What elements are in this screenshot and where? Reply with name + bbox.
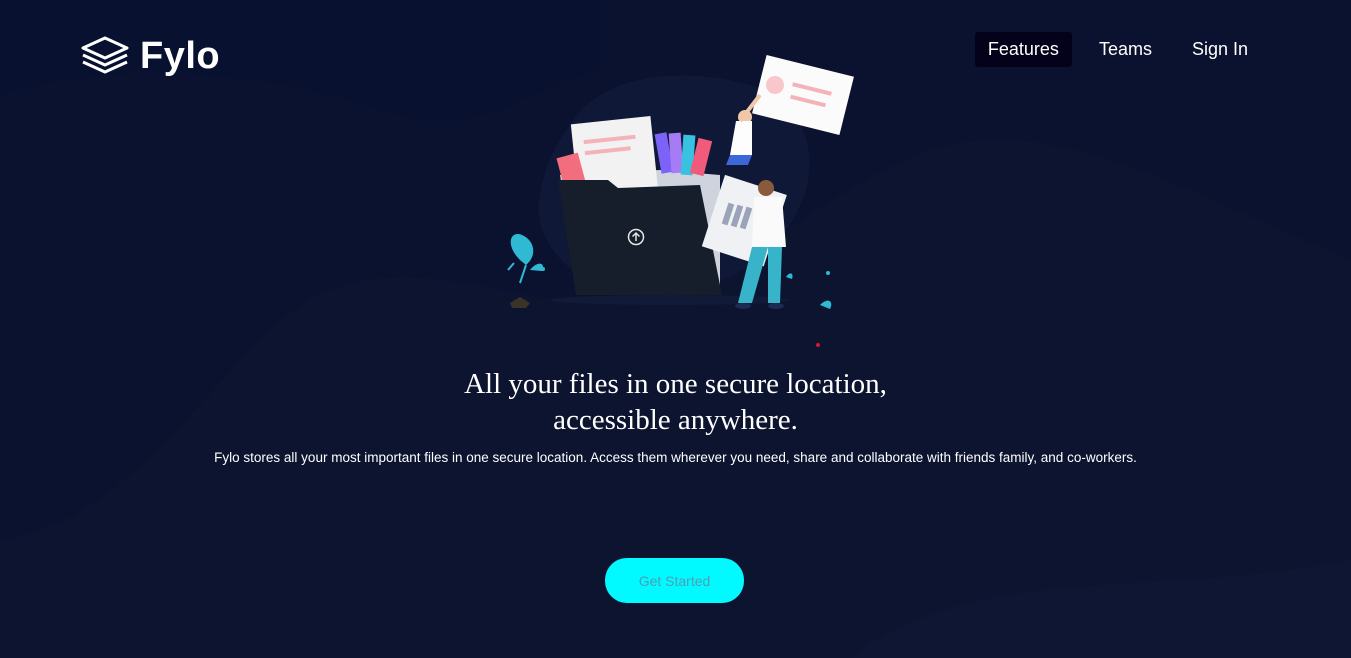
hero-illustration — [507, 55, 854, 309]
get-started-button[interactable]: Get Started — [605, 558, 744, 603]
hero-headline-line1: All your files in one secure location, — [464, 368, 887, 400]
nav-signin-link[interactable]: Sign In — [1179, 32, 1261, 67]
nav-teams-link[interactable]: Teams — [1086, 32, 1165, 67]
brand-logo[interactable]: Fylo — [80, 36, 220, 76]
hero-headline-line2: accessible anywhere. — [553, 404, 798, 436]
hero-description: Fylo stores all your most important file… — [214, 450, 1137, 465]
red-dot-accent — [816, 343, 820, 347]
main-nav: Features Teams Sign In — [974, 32, 1261, 67]
brand-name: Fylo — [140, 35, 221, 77]
page: Fylo Features Teams Sign In All your fil… — [0, 0, 1351, 658]
stacked-layers-icon — [81, 36, 129, 74]
hero-headline: All your files in one secure location, a… — [0, 366, 1351, 438]
nav-features-link[interactable]: Features — [974, 32, 1072, 67]
